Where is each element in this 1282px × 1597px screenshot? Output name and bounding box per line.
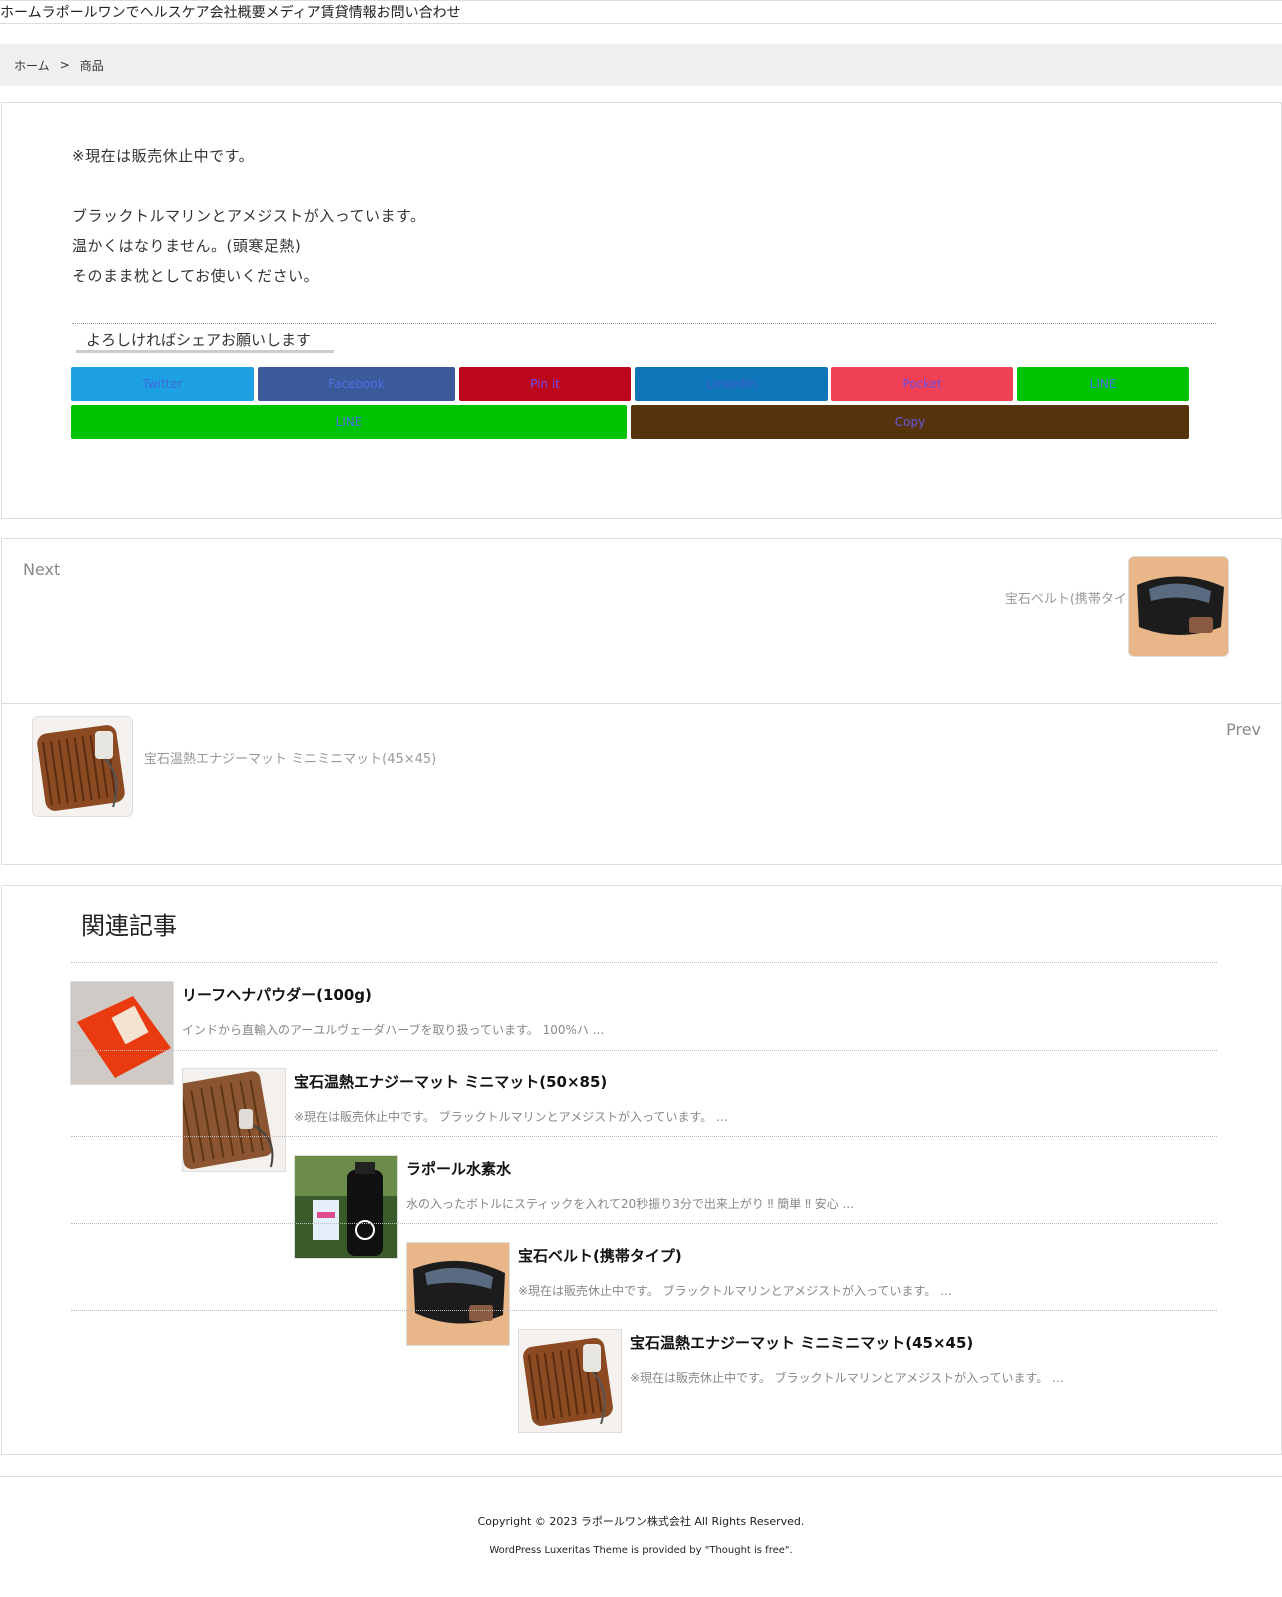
post-line-warmth: 温かくはなりません。(頭寒足熱) xyxy=(72,237,302,255)
share-heading: よろしければシェアお願いします xyxy=(76,327,334,353)
nav-item-rapport[interactable]: ラポールワンで xyxy=(42,2,140,22)
post-navigation-divider xyxy=(2,703,1281,704)
prev-label: Prev xyxy=(1226,720,1261,739)
related-title-2[interactable]: 宝石温熱エナジーマット ミニマット(50×85) xyxy=(294,1071,607,1092)
related-excerpt-1: インドから直輸入のアーユルヴェーダハーブを取り扱っています。 100%ハ ... xyxy=(182,1023,605,1037)
related-title-5[interactable]: 宝石温熱エナジーマット ミニミニマット(45×45) xyxy=(630,1332,973,1353)
share-facebook-button[interactable]: Facebook xyxy=(258,367,455,401)
related-thumbnail-5[interactable] xyxy=(518,1329,622,1433)
stone-belt-image xyxy=(1129,557,1228,656)
nav-item-company[interactable]: 会社概要 xyxy=(210,2,266,22)
post-body: ※現在は販売休止中です。 ブラックトルマリンとアメジストが入っています。 温かく… xyxy=(72,141,1212,291)
next-label: Next xyxy=(23,560,61,579)
related-title-1[interactable]: リーフヘナパウダー(100g) xyxy=(182,984,372,1005)
henna-package-image xyxy=(71,982,173,1084)
related-thumbnail-4[interactable] xyxy=(406,1242,510,1346)
breadcrumb-separator: > xyxy=(59,58,70,72)
post-navigation: Next 宝石ベルト(携帯タイプ) Prev 宝石温熱エナジーマット ミニミニマ… xyxy=(1,538,1282,865)
share-twitter-button[interactable]: Twitter xyxy=(71,367,254,401)
next-post-link[interactable]: 宝石ベルト(携帯タイプ) xyxy=(1005,588,1145,607)
prev-post-link[interactable]: 宝石温熱エナジーマット ミニミニマット(45×45) xyxy=(144,748,436,767)
related-posts: 関連記事 リーフヘナパウダー(100g) インドから直輸入のアーユルヴェーダハー… xyxy=(1,885,1282,1455)
share-linkedin-button[interactable]: LinkedIn xyxy=(635,367,828,401)
post-line-ingredients: ブラックトルマリンとアメジストが入っています。 xyxy=(72,207,426,225)
related-title-4[interactable]: 宝石ベルト(携帯タイプ) xyxy=(518,1245,682,1266)
share-line-button[interactable]: LINE xyxy=(1017,367,1189,401)
breadcrumb: ホーム > 商品 xyxy=(0,44,1282,86)
related-thumbnail-3[interactable] xyxy=(294,1155,398,1259)
related-divider xyxy=(71,1223,1217,1224)
related-thumbnail-1[interactable] xyxy=(70,981,174,1085)
nav-item-home[interactable]: ホーム xyxy=(0,2,42,22)
nav-item-rental[interactable]: 賃貸情報 xyxy=(321,2,377,22)
post-content-box: ※現在は販売休止中です。 ブラックトルマリンとアメジストが入っています。 温かく… xyxy=(1,102,1282,519)
energy-mat-image xyxy=(183,1069,285,1171)
breadcrumb-current: 商品 xyxy=(79,58,104,73)
post-line-status: ※現在は販売休止中です。 xyxy=(72,147,255,165)
mini-mat-image xyxy=(519,1330,621,1432)
breadcrumb-home-link[interactable]: ホーム xyxy=(14,57,50,74)
hydrogen-water-bottle-image xyxy=(295,1156,397,1258)
related-excerpt-3: 水の入ったボトルにスティックを入れて20秒振り3分で出来上がり ‼ 簡単 ‼ 安… xyxy=(406,1197,854,1211)
related-thumbnail-2[interactable] xyxy=(182,1068,286,1172)
related-heading: 関連記事 xyxy=(81,912,177,940)
top-nav: ホーム ラポールワンで ヘルスケア 会社概要 メディア 賃貸情報 お問い合わせ xyxy=(0,0,1282,24)
related-divider xyxy=(71,1050,1217,1051)
nav-item-media[interactable]: メディア xyxy=(266,2,321,22)
related-divider xyxy=(71,962,1217,963)
share-copy-button[interactable]: Copy xyxy=(631,405,1189,439)
nav-item-healthcare[interactable]: ヘルスケア xyxy=(140,2,210,22)
related-excerpt-5: ※現在は販売休止中です。 ブラックトルマリンとアメジストが入っています。 ... xyxy=(630,1371,1064,1385)
share-divider xyxy=(72,323,1216,324)
footer-divider xyxy=(0,1476,1282,1477)
nav-item-contact[interactable]: お問い合わせ xyxy=(377,2,461,22)
related-divider xyxy=(71,1310,1217,1311)
mini-mat-image xyxy=(33,717,132,816)
post-line-usage: そのまま枕としてお使いください。 xyxy=(72,267,320,285)
share-line-wide-button[interactable]: LINE xyxy=(71,405,627,439)
share-pinterest-button[interactable]: Pin it xyxy=(459,367,631,401)
related-excerpt-2: ※現在は販売休止中です。 ブラックトルマリンとアメジストが入っています。 ... xyxy=(294,1110,728,1124)
stone-belt-image xyxy=(407,1243,509,1345)
related-title-3[interactable]: ラポール水素水 xyxy=(406,1158,511,1179)
related-excerpt-4: ※現在は販売休止中です。 ブラックトルマリンとアメジストが入っています。 ... xyxy=(518,1284,952,1298)
related-divider xyxy=(71,1136,1217,1137)
footer-credit: WordPress Luxeritas Theme is provided by… xyxy=(489,1545,793,1556)
prev-post-thumbnail[interactable] xyxy=(32,716,133,817)
footer-copyright: Copyright © 2023 ラポールワン株式会社 All Rights R… xyxy=(477,1515,805,1528)
share-pocket-button[interactable]: Pocket xyxy=(831,367,1013,401)
next-post-thumbnail[interactable] xyxy=(1128,556,1229,657)
